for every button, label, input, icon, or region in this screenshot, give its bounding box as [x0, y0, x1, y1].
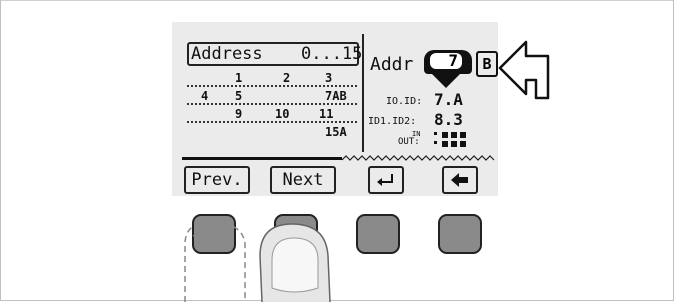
divider-line — [362, 34, 364, 152]
io-indicator — [451, 132, 457, 138]
pointer-arrow-icon — [498, 40, 550, 100]
io-indicator — [442, 141, 448, 147]
io-indicator — [460, 141, 466, 147]
address-grid: 1 2 3 4 5 7AB 9 10 11 15A — [187, 69, 359, 149]
enter-icon — [377, 174, 393, 186]
grid-cell: 5 — [235, 89, 243, 103]
pressing-finger-icon — [259, 223, 331, 302]
hardware-key-4[interactable] — [438, 214, 482, 254]
grid-cell: 4 — [201, 89, 209, 103]
out-label: OUT: — [398, 137, 420, 147]
addr-label: Addr — [370, 54, 414, 75]
id-label-2: ID1.ID2: — [368, 116, 417, 127]
grid-cell: 15A — [325, 125, 347, 139]
grid-cell: 10 — [275, 107, 290, 121]
softkey-bar — [182, 157, 342, 160]
row-separator — [187, 121, 357, 123]
device-display: Address 0...15 1 2 3 4 5 7AB 9 10 11 15A… — [172, 22, 498, 196]
enter-softkey[interactable] — [368, 166, 404, 194]
grid-cell: 9 — [235, 107, 243, 121]
io-indicator — [442, 132, 448, 138]
grid-cell: 1 — [235, 71, 243, 85]
io-indicator — [460, 132, 466, 138]
io-indicator — [434, 132, 437, 135]
grid-cell: 7AB — [325, 89, 347, 103]
address-range: 0...15 — [301, 44, 363, 64]
id-label-1: IO.ID: — [386, 96, 423, 107]
io-indicator — [434, 141, 437, 144]
row-separator — [187, 103, 357, 105]
addr-pointer-icon — [432, 74, 460, 88]
hardware-key-3[interactable] — [356, 214, 400, 254]
addr-value-tag: 7 — [424, 50, 472, 74]
back-softkey[interactable] — [442, 166, 478, 194]
addr-suffix-box: B — [476, 51, 498, 77]
address-range-header: Address 0...15 — [187, 42, 363, 66]
id-value-2: 8.3 — [434, 110, 463, 129]
back-arrow-icon — [451, 173, 468, 187]
prev-softkey[interactable]: Prev. — [184, 166, 250, 194]
grid-cell: 2 — [283, 71, 291, 85]
next-softkey[interactable]: Next — [270, 166, 336, 194]
io-indicator — [451, 141, 457, 147]
id-value-1: 7.A — [434, 90, 463, 109]
addr-value: 7 — [430, 53, 462, 69]
grid-cell: 11 — [319, 107, 334, 121]
address-title: Address — [191, 44, 263, 64]
row-separator — [187, 85, 357, 87]
grid-cell: 3 — [325, 71, 333, 85]
softkey-bar-zigzag — [342, 155, 495, 161]
